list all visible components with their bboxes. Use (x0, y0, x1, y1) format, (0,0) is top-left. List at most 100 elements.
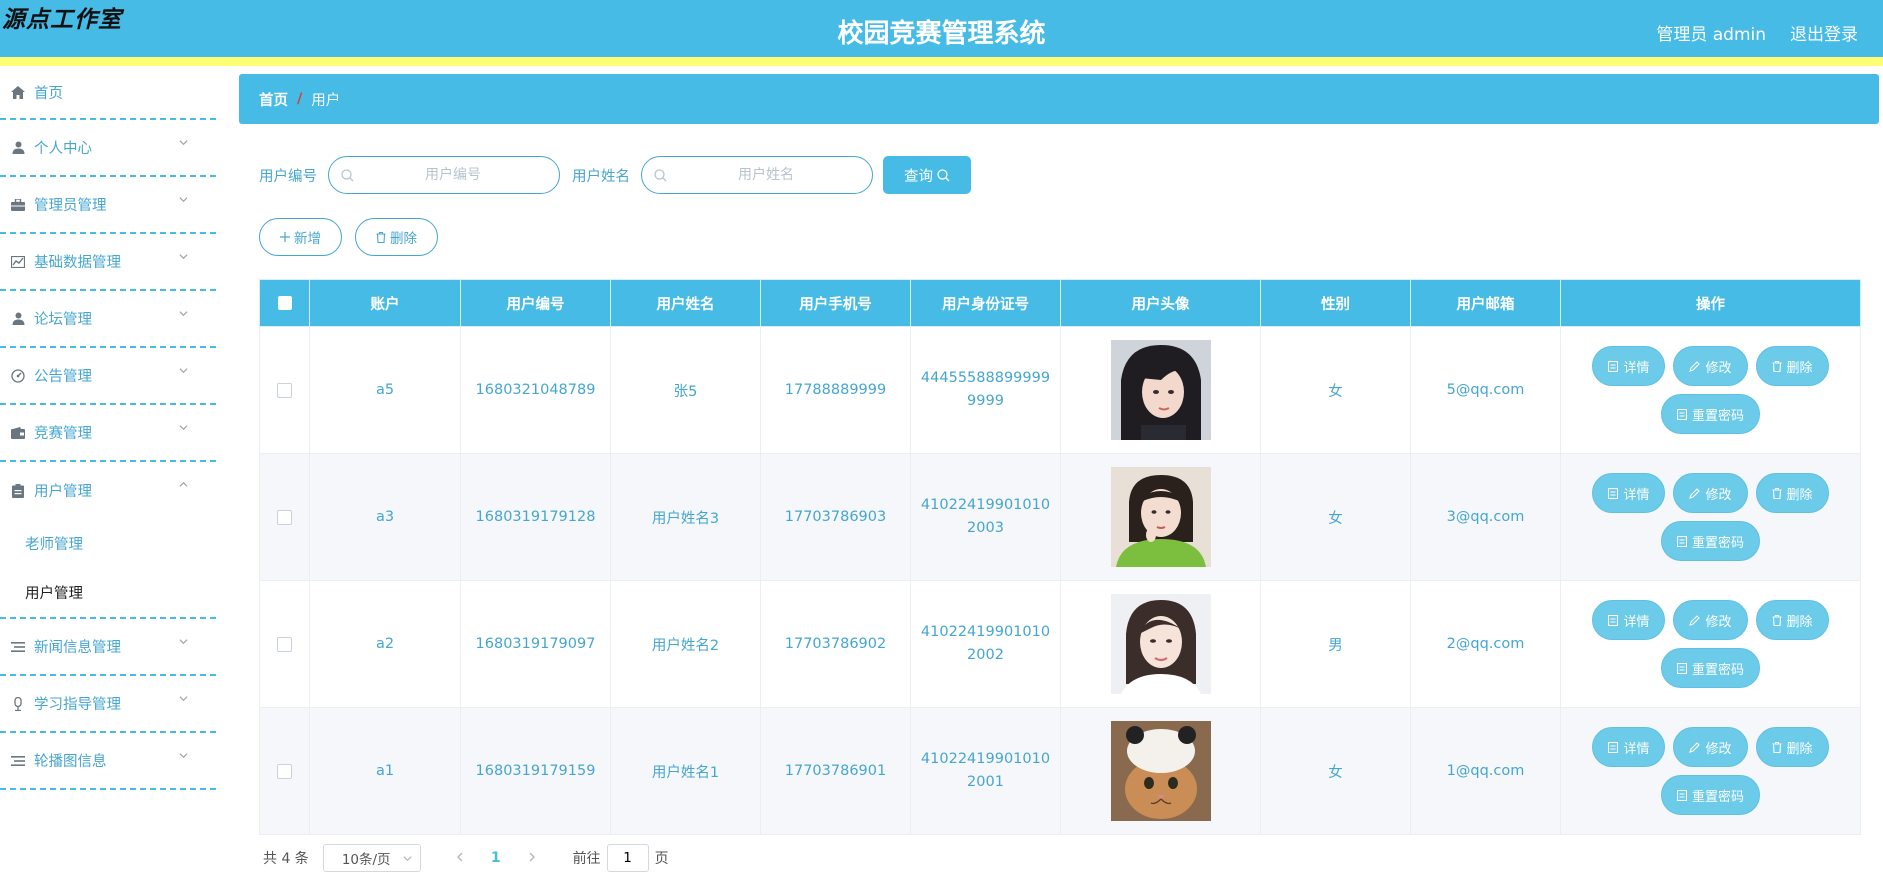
avatar-image[interactable] (1110, 340, 1211, 440)
add-button[interactable]: 新增 (259, 218, 342, 256)
avatar-image[interactable] (1110, 594, 1211, 694)
edit-label: 修改 (1705, 487, 1732, 503)
detail-label: 详情 (1623, 741, 1650, 757)
next-page-button[interactable] (522, 850, 542, 866)
cell-user-no: 1680319179159 (460, 707, 611, 835)
sidebar-item-home[interactable]: 首页 (0, 66, 216, 120)
cell-phone: 17788889999 (760, 326, 911, 454)
column-header: 用户姓名 (610, 279, 761, 327)
reset-password-button[interactable]: 重置密码 (1660, 775, 1760, 815)
chevron-right-icon (529, 852, 535, 862)
detail-button[interactable]: 详情 (1592, 727, 1666, 767)
batch-delete-button[interactable]: 删除 (355, 218, 438, 256)
sidebar-item-forum[interactable]: 论坛管理 (0, 291, 216, 348)
user-no-input[interactable] (329, 166, 559, 184)
user-no-label: 用户编号 (259, 168, 317, 185)
prev-page-button[interactable] (450, 850, 470, 866)
reset-password-button[interactable]: 重置密码 (1660, 521, 1760, 561)
sidebar-item-user-mgmt[interactable]: 用户管理 (0, 462, 216, 519)
sidebar-item-carousel[interactable]: 轮播图信息 (0, 733, 216, 790)
sidebar-item-label: 竞赛管理 (34, 426, 92, 442)
list-icon (10, 639, 26, 655)
edit-button[interactable]: 修改 (1673, 727, 1748, 767)
table-row: a3 1680319179128 用户姓名3 17703786903 41022… (259, 453, 1861, 581)
sidebar-item-label: 论坛管理 (34, 312, 92, 328)
cell-operations: 详情 修改 删除 重置密码 (1560, 580, 1861, 708)
header-stripe (0, 57, 1883, 66)
delete-button[interactable]: 删除 (1755, 346, 1829, 386)
table-header-row: 账户 用户编号 用户姓名 用户手机号 用户身份证号 用户头像 性别 用户邮箱 操… (259, 279, 1861, 327)
sidebar-subitem-user[interactable]: 用户管理 (0, 568, 216, 617)
delete-button[interactable]: 删除 (1755, 600, 1829, 640)
edit-button[interactable]: 修改 (1673, 600, 1748, 640)
row-checkbox[interactable] (277, 382, 292, 398)
row-actions: 详情 修改 删除 重置密码 (1591, 473, 1831, 561)
query-button[interactable]: 查询 (883, 156, 971, 194)
user-name-input[interactable] (642, 166, 872, 184)
row-checkbox[interactable] (277, 763, 292, 779)
page-suffix-label: 页 (654, 851, 669, 867)
reset-label: 重置密码 (1691, 535, 1744, 551)
mic-icon (10, 696, 26, 712)
delete-button[interactable]: 删除 (1755, 727, 1829, 767)
breadcrumb: 首页 / 用户 (239, 74, 1879, 124)
document-icon (1608, 741, 1619, 753)
select-all-checkbox[interactable] (277, 296, 292, 310)
cell-user-name: 用户姓名2 (610, 580, 761, 708)
sidebar-item-profile[interactable]: 个人中心 (0, 120, 216, 177)
reset-password-button[interactable]: 重置密码 (1660, 648, 1760, 688)
sidebar-item-competition[interactable]: 竞赛管理 (0, 405, 216, 462)
cell-phone: 17703786901 (760, 707, 911, 835)
cell-gender: 男 (1260, 580, 1411, 708)
briefcase-icon (10, 197, 26, 213)
sidebar-item-news[interactable]: 新闻信息管理 (0, 619, 216, 676)
edit-label: 修改 (1705, 614, 1732, 630)
user-name-label: 用户姓名 (572, 168, 630, 185)
cell-gender: 女 (1260, 453, 1411, 581)
sidebar-subitem-teacher[interactable]: 老师管理 (0, 519, 216, 568)
detail-button[interactable]: 详情 (1592, 473, 1666, 513)
admin-user-label[interactable]: 管理员 admin (1656, 20, 1766, 45)
avatar-image[interactable] (1110, 467, 1211, 567)
search-icon (937, 168, 950, 181)
sidebar-item-study[interactable]: 学习指导管理 (0, 676, 216, 733)
goto-page-input[interactable] (606, 844, 649, 872)
clipboard-icon (10, 483, 26, 499)
chart-icon (10, 254, 26, 270)
sidebar-item-label: 学习指导管理 (34, 697, 121, 713)
column-header: 操作 (1560, 279, 1861, 327)
detail-button[interactable]: 详情 (1592, 600, 1666, 640)
reset-password-button[interactable]: 重置密码 (1660, 394, 1760, 434)
delete-label: 删除 (1786, 741, 1813, 757)
cell-email: 2@qq.com (1410, 580, 1561, 708)
sidebar-item-notice[interactable]: 公告管理 (0, 348, 216, 405)
page-number-current[interactable]: 1 (491, 850, 501, 866)
delete-label: 删除 (1786, 614, 1813, 630)
trash-icon (1772, 360, 1781, 372)
search-icon (654, 169, 667, 182)
trash-icon (1772, 487, 1781, 499)
detail-button[interactable]: 详情 (1592, 346, 1666, 386)
chevron-down-icon (179, 140, 188, 146)
delete-button[interactable]: 删除 (1755, 473, 1829, 513)
wallet-icon (10, 425, 26, 441)
sidebar-item-basic-data[interactable]: 基础数据管理 (0, 234, 216, 291)
header-user-area: 管理员 admin 退出登录 (1656, 20, 1858, 45)
document-icon (1608, 487, 1619, 499)
cell-account: a5 (309, 326, 461, 454)
delete-label: 删除 (1786, 487, 1813, 503)
edit-button[interactable]: 修改 (1673, 346, 1748, 386)
pencil-icon (1689, 614, 1701, 626)
avatar-image[interactable] (1110, 721, 1211, 821)
page-size-select[interactable]: 10条/页 (322, 844, 421, 872)
query-button-label: 查询 (904, 168, 933, 185)
row-checkbox[interactable] (277, 509, 292, 525)
edit-button[interactable]: 修改 (1673, 473, 1748, 513)
cell-user-name: 张5 (610, 326, 761, 454)
logout-button[interactable]: 退出登录 (1790, 20, 1858, 45)
breadcrumb-home[interactable]: 首页 (259, 89, 288, 110)
sidebar-item-label: 用户管理 (34, 484, 92, 500)
sidebar-item-admin[interactable]: 管理员管理 (0, 177, 216, 234)
row-checkbox[interactable] (277, 636, 292, 652)
breadcrumb-separator: / (297, 91, 303, 107)
